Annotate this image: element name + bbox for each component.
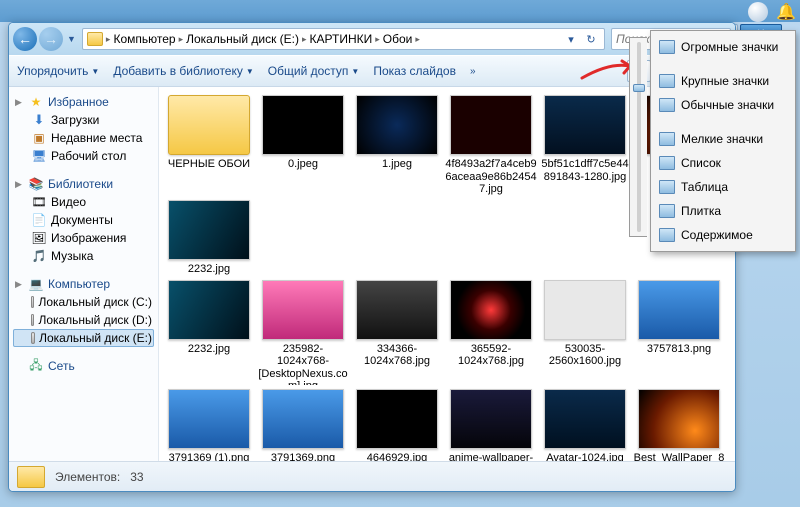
normal-icons-icon [659, 98, 675, 112]
nav-documents[interactable]: 📄Документы [13, 211, 154, 229]
slider-thumb[interactable] [633, 84, 645, 92]
address-bar[interactable]: ▸Компьютер ▸Локальный диск (E:) ▸КАРТИНК… [82, 28, 605, 50]
thumbnail [544, 280, 626, 340]
view-large-icons[interactable]: Крупные значки [653, 69, 793, 93]
thumbnail [168, 280, 250, 340]
breadcrumb-drive[interactable]: ▸Локальный диск (E:) [178, 32, 299, 46]
file-item[interactable]: 4646929.jpg [351, 389, 443, 461]
thumbnail [638, 280, 720, 340]
organize-button[interactable]: Упорядочить▼ [17, 64, 99, 78]
thumbnail [262, 280, 344, 340]
browser-tab-strip [0, 0, 800, 22]
thumbnail [450, 95, 532, 155]
thumbnail [262, 95, 344, 155]
thumbnail [262, 389, 344, 449]
list-icon [659, 156, 675, 170]
status-items-label: Элементов: [55, 470, 120, 484]
thumbnail [638, 389, 720, 449]
folder-icon [168, 95, 250, 155]
file-item[interactable]: 235982-1024x768-[DesktopNexus.com].jpg [257, 280, 349, 385]
view-size-slider[interactable] [629, 37, 647, 237]
folder-icon [87, 32, 103, 46]
user-avatar-icon[interactable] [748, 2, 768, 22]
view-size-menu: Огромные значки Крупные значки Обычные з… [650, 30, 796, 252]
file-item[interactable]: 3791369.png [257, 389, 349, 461]
view-content[interactable]: Содержимое [653, 223, 793, 247]
thumbnail [450, 389, 532, 449]
forward-button[interactable]: → [39, 27, 63, 51]
file-item[interactable]: 3791369 (1).png [163, 389, 255, 461]
file-item[interactable]: 0.jpeg [257, 95, 349, 196]
back-button[interactable]: ← [13, 27, 37, 51]
command-bar: Упорядочить▼ Добавить в библиотеку▼ Общи… [9, 55, 735, 87]
file-item[interactable]: 2232.jpg2232.jpg2232.jpg 2232.jpg [163, 200, 255, 276]
explorer-window: ← → ▼ ▸Компьютер ▸Локальный диск (E:) ▸К… [8, 22, 736, 492]
nav-desktop[interactable]: 🖥Рабочий стол [13, 147, 154, 165]
file-item[interactable]: Best_WallPaper_8.jpg [633, 389, 725, 461]
status-folder-icon [17, 466, 45, 488]
file-item[interactable]: anime-wallpaper-1366x768.jpg [445, 389, 537, 461]
breadcrumb-folder2[interactable]: ▸Обои▸ [374, 32, 421, 46]
file-item[interactable]: 365592-1024x768.jpg [445, 280, 537, 385]
file-item[interactable]: 3757813.png [633, 280, 725, 385]
nav-network-header[interactable]: 🖧Сеть [13, 357, 154, 375]
notification-area: 🔔 [748, 2, 796, 22]
slideshow-button[interactable]: Показ слайдов [373, 64, 456, 78]
address-dropdown-icon[interactable]: ▾ [562, 29, 580, 49]
file-item[interactable]: 2232.jpg [163, 280, 255, 385]
navigation-pane: ▶★Избранное ⬇Загрузки ▣Недавние места 🖥Р… [9, 87, 159, 461]
breadcrumb-folder1[interactable]: ▸КАРТИНКИ [301, 32, 372, 46]
nav-pictures[interactable]: 🖼Изображения [13, 229, 154, 247]
thumbnail [544, 389, 626, 449]
folder-item[interactable]: ЧЕРНЫЕ ОБОИ [163, 95, 255, 196]
small-icons-icon [659, 132, 675, 146]
view-tile[interactable]: Плитка [653, 199, 793, 223]
titlebar: ← → ▼ ▸Компьютер ▸Локальный диск (E:) ▸К… [9, 23, 735, 55]
nav-favorites-header[interactable]: ▶★Избранное [13, 93, 154, 111]
thumbnail [450, 280, 532, 340]
file-item[interactable]: 5bf51c1dff7c5e44891843-1280.jpg [539, 95, 631, 196]
file-list[interactable]: ЧЕРНЫЕ ОБОИ 0.jpeg 1.jpeg 4f8493a2f7a4ce… [159, 87, 735, 461]
thumbnail [544, 95, 626, 155]
thumbnail [168, 389, 250, 449]
view-list[interactable]: Список [653, 151, 793, 175]
view-small-icons[interactable]: Мелкие значки [653, 127, 793, 151]
huge-icons-icon [659, 40, 675, 54]
nav-disk-c[interactable]: Локальный диск (C:) [13, 293, 154, 311]
thumbnail [356, 389, 438, 449]
add-to-library-button[interactable]: Добавить в библиотеку▼ [113, 64, 253, 78]
file-item[interactable]: Avatar-1024.jpg [539, 389, 631, 461]
nav-music[interactable]: 🎵Музыка [13, 247, 154, 265]
more-chevron-icon[interactable]: » [470, 66, 476, 77]
nav-disk-d[interactable]: Локальный диск (D:) [13, 311, 154, 329]
share-button[interactable]: Общий доступ▼ [268, 64, 360, 78]
large-icons-icon [659, 74, 675, 88]
view-huge-icons[interactable]: Огромные значки [653, 35, 793, 59]
file-item[interactable]: 334366-1024x768.jpg [351, 280, 443, 385]
file-item[interactable]: 1.jpeg [351, 95, 443, 196]
thumbnail [356, 95, 438, 155]
file-item[interactable]: 530035-2560x1600.jpg [539, 280, 631, 385]
content-icon [659, 228, 675, 242]
refresh-icon[interactable]: ↻ [582, 29, 600, 49]
nav-libraries-header[interactable]: ▶📚Библиотеки [13, 175, 154, 193]
thumbnail [168, 200, 250, 260]
status-bar: Элементов: 33 [9, 461, 735, 491]
bell-icon[interactable]: 🔔 [776, 2, 796, 22]
nav-videos[interactable]: 🎞Видео [13, 193, 154, 211]
thumbnail [356, 280, 438, 340]
status-items-count: 33 [130, 470, 143, 484]
nav-recent[interactable]: ▣Недавние места [13, 129, 154, 147]
file-item[interactable]: 4f8493a2f7a4ceb96aceaa9e86b24547.jpg [445, 95, 537, 196]
nav-computer-header[interactable]: ▶💻Компьютер [13, 275, 154, 293]
view-normal-icons[interactable]: Обычные значки [653, 93, 793, 117]
history-dropdown-icon[interactable]: ▼ [67, 34, 76, 44]
nav-downloads[interactable]: ⬇Загрузки [13, 111, 154, 129]
tile-icon [659, 204, 675, 218]
nav-disk-e[interactable]: Локальный диск (E:) [13, 329, 154, 347]
view-table[interactable]: Таблица [653, 175, 793, 199]
table-icon [659, 180, 675, 194]
breadcrumb-computer[interactable]: ▸Компьютер [105, 32, 176, 46]
